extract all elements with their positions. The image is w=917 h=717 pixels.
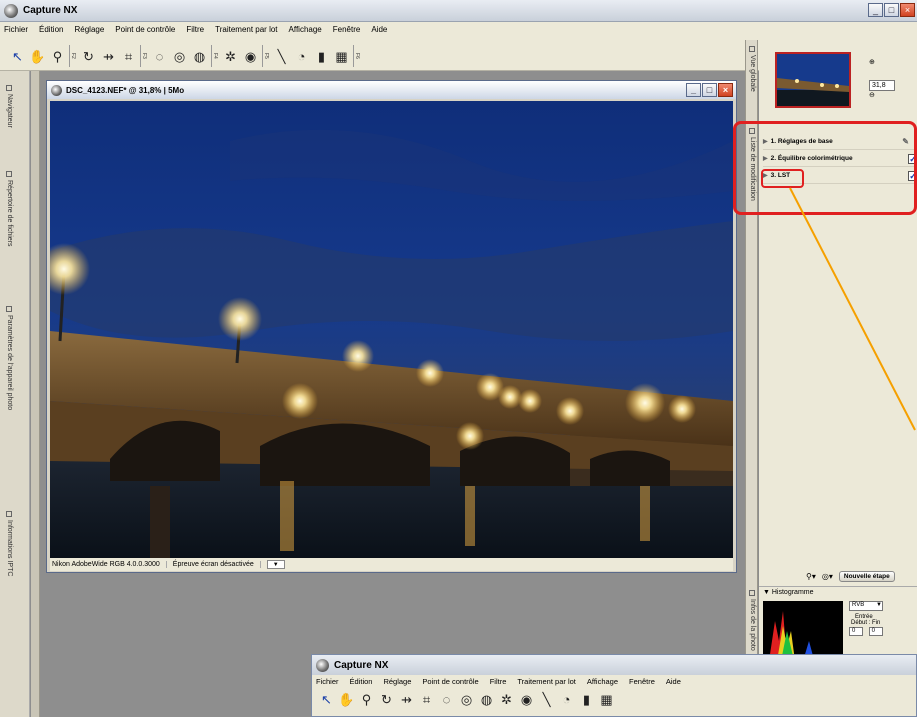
line-icon[interactable]: ╲ bbox=[538, 691, 555, 708]
lasso-icon[interactable]: ◎ bbox=[458, 691, 475, 708]
select-arrow-icon[interactable]: ↖ bbox=[318, 691, 335, 708]
black-point-icon[interactable]: ✲ bbox=[498, 691, 515, 708]
second-app-window: Capture NX Fichier Édition Réglage Point… bbox=[311, 654, 917, 717]
brush-icon[interactable]: ▦ bbox=[598, 691, 615, 708]
second-title-bar[interactable]: Capture NX bbox=[312, 655, 916, 675]
straighten-icon[interactable]: ⇸ bbox=[398, 691, 415, 708]
crop-icon[interactable]: ⌗ bbox=[418, 691, 435, 708]
second-app-title: Capture NX bbox=[334, 659, 389, 671]
menu-edit[interactable]: Édition bbox=[350, 677, 373, 686]
menu-window[interactable]: Fenêtre bbox=[629, 677, 655, 686]
menu-batch[interactable]: Traitement par lot bbox=[517, 677, 576, 686]
menu-view[interactable]: Affichage bbox=[587, 677, 618, 686]
hand-icon[interactable]: ✋ bbox=[338, 691, 355, 708]
red-eye-icon[interactable]: ◉ bbox=[518, 691, 535, 708]
menu-help[interactable]: Aide bbox=[666, 677, 681, 686]
zoom-icon[interactable]: ⚲ bbox=[358, 691, 375, 708]
fill-icon[interactable]: ▮ bbox=[578, 691, 595, 708]
rotate-icon[interactable]: ↻ bbox=[378, 691, 395, 708]
second-menu-bar: Fichier Édition Réglage Point de contrôl… bbox=[312, 675, 916, 688]
second-toolbar: ↖ ✋ ⚲ ↻ ⇸ ⌗ ◌ ◎ ◍ ✲ ◉ ╲ ◔ ▮ ▦ bbox=[318, 691, 615, 708]
menu-adjust[interactable]: Réglage bbox=[383, 677, 411, 686]
selection-brush-icon[interactable]: ◌ bbox=[438, 691, 455, 708]
capture-nx-logo-icon bbox=[316, 658, 329, 672]
menu-control-point[interactable]: Point de contrôle bbox=[422, 677, 478, 686]
gradient-icon[interactable]: ◔ bbox=[558, 691, 575, 708]
menu-filter[interactable]: Filtre bbox=[490, 677, 507, 686]
marquee-icon[interactable]: ◍ bbox=[478, 691, 495, 708]
annotation-arrow bbox=[789, 187, 916, 431]
menu-file[interactable]: Fichier bbox=[316, 677, 339, 686]
